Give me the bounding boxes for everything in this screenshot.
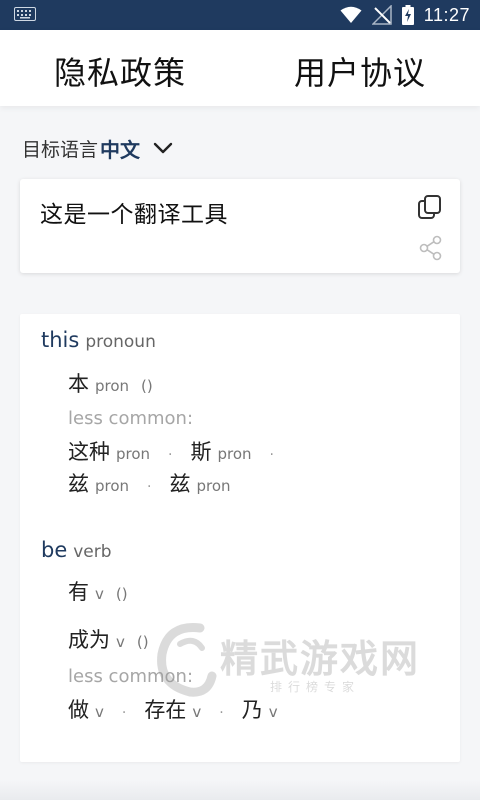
alt-word: 兹: [169, 472, 191, 496]
alt-translation[interactable]: 斯 pron: [191, 436, 252, 466]
alt-pos: pron: [217, 445, 252, 463]
translation-word: 成为: [68, 628, 110, 652]
less-common-label: less common:: [68, 666, 194, 687]
no-signal-icon: [371, 5, 392, 25]
keyboard-icon: [14, 7, 36, 21]
alt-translation[interactable]: 兹 pron: [68, 468, 129, 498]
entry-pos: verb: [73, 542, 112, 562]
less-common-row: 这种 pron · 斯 pron ·: [68, 436, 292, 466]
bottom-edge: [0, 780, 480, 800]
entry-word[interactable]: be: [41, 538, 67, 562]
alt-word: 斯: [190, 440, 212, 464]
separator: ·: [121, 705, 127, 721]
translation-row[interactable]: 有 v (): [68, 576, 128, 606]
alt-pos: v: [192, 703, 202, 721]
alt-word: 做: [68, 698, 89, 722]
copy-icon[interactable]: [416, 193, 444, 221]
translation-note: (): [141, 377, 153, 395]
translation-pos: pron: [95, 377, 130, 395]
alt-translation[interactable]: 这种 pron: [68, 436, 150, 466]
translation-pos: v: [95, 585, 104, 603]
target-language-value[interactable]: 中文: [100, 134, 140, 163]
translation-row[interactable]: 成为 v (): [68, 624, 149, 654]
translation-text: 这是一个翻译工具: [40, 202, 228, 228]
target-language-selector[interactable]: 目标语言 中文: [22, 134, 174, 162]
chevron-down-icon[interactable]: [152, 137, 174, 159]
alt-word: 这种: [68, 440, 110, 464]
less-common-row: 做 v · 存在 v · 乃 v: [68, 694, 278, 724]
separator: ·: [147, 479, 152, 495]
entry-word[interactable]: this: [41, 328, 79, 352]
alt-pos: pron: [116, 445, 151, 463]
translation-word: 有: [68, 580, 89, 604]
alt-translation[interactable]: 兹 pron: [170, 468, 231, 498]
target-language-label: 目标语言: [22, 138, 99, 161]
alt-word: 兹: [68, 472, 89, 496]
entry-header: be verb: [41, 538, 112, 562]
alt-translation[interactable]: 存在 v: [144, 694, 201, 724]
translation-word: 本: [68, 372, 89, 396]
translation-note: (): [136, 633, 149, 651]
alt-pos: v: [95, 703, 104, 721]
less-common-label: less common:: [68, 408, 194, 429]
wifi-icon: [340, 6, 362, 23]
translation-row[interactable]: 本 pron (): [68, 368, 153, 398]
top-header: 隐私政策 用户协议: [0, 30, 480, 106]
alt-pos: pron: [95, 477, 130, 495]
alt-translation[interactable]: 乃 v: [242, 694, 278, 724]
alt-pos: v: [268, 703, 278, 721]
translation-note: (): [115, 585, 128, 603]
alt-translation[interactable]: 做 v: [68, 694, 104, 724]
dictionary-panel: this pronoun 本 pron () less common: 这种 p…: [20, 314, 460, 762]
status-bar: 11:27: [0, 0, 480, 30]
share-icon[interactable]: [418, 235, 444, 261]
user-agreement-link[interactable]: 用户协议: [294, 48, 426, 94]
translation-pos: v: [116, 633, 125, 651]
privacy-policy-link[interactable]: 隐私政策: [54, 48, 186, 94]
entry-header: this pronoun: [41, 328, 156, 352]
battery-charging-icon: [401, 5, 414, 25]
alt-word: 存在: [144, 698, 187, 722]
entry-pos: pronoun: [85, 332, 156, 352]
alt-word: 乃: [241, 698, 263, 722]
separator: ·: [269, 447, 274, 463]
separator: ·: [168, 447, 173, 463]
less-common-row: 兹 pron · 兹 pron: [68, 468, 231, 498]
alt-pos: pron: [196, 477, 231, 495]
clock: 11:27: [423, 4, 470, 25]
translation-card: 这是一个翻译工具: [20, 179, 460, 273]
separator: ·: [219, 705, 224, 721]
